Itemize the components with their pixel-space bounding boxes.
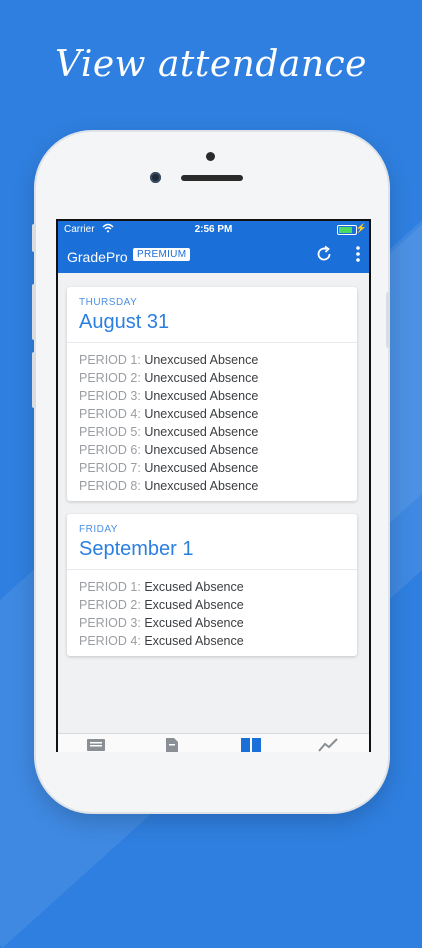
status-time: 2:56 PM xyxy=(194,224,233,235)
attendance-status: Unexcused Absence xyxy=(144,425,259,439)
period-row: PERIOD 1: Unexcused Absence xyxy=(79,351,345,369)
period-label: PERIOD 3: xyxy=(79,616,141,630)
weekday-label: THURSDAY xyxy=(79,297,138,308)
period-label: PERIOD 4: xyxy=(79,407,141,421)
mute-switch xyxy=(32,224,36,252)
volume-down-button xyxy=(32,352,36,408)
period-label: PERIOD 2: xyxy=(79,598,141,612)
volume-up-button xyxy=(32,284,36,340)
period-row: PERIOD 6: Unexcused Absence xyxy=(79,441,345,459)
day-header: FRIDAY September 1 xyxy=(67,514,357,570)
attendance-day-card[interactable]: FRIDAY September 1 PERIOD 1: Excused Abs… xyxy=(67,514,357,656)
period-list: PERIOD 1: Unexcused Absence PERIOD 2: Un… xyxy=(67,343,357,501)
app-screen: Carrier 2:56 PM ⚡ GradePro PREMIUM THURS… xyxy=(56,219,371,752)
weekday-label: FRIDAY xyxy=(79,524,118,535)
app-title: GradePro xyxy=(67,249,128,265)
attendance-status: Unexcused Absence xyxy=(144,389,259,403)
period-row: PERIOD 5: Unexcused Absence xyxy=(79,423,345,441)
date-label: August 31 xyxy=(79,311,170,333)
attendance-status: Excused Absence xyxy=(144,634,244,648)
speaker-grille xyxy=(181,175,243,181)
attendance-status: Unexcused Absence xyxy=(144,461,259,475)
refresh-icon[interactable] xyxy=(315,245,333,268)
attendance-status: Unexcused Absence xyxy=(144,443,259,457)
period-label: PERIOD 2: xyxy=(79,371,141,385)
period-label: PERIOD 6: xyxy=(79,443,141,457)
day-header: THURSDAY August 31 xyxy=(67,287,357,343)
power-button xyxy=(386,292,390,348)
premium-badge[interactable]: PREMIUM xyxy=(133,248,191,261)
period-list: PERIOD 1: Excused Absence PERIOD 2: Excu… xyxy=(67,570,357,656)
attendance-status: Unexcused Absence xyxy=(144,407,259,421)
attendance-status: Unexcused Absence xyxy=(144,479,259,493)
period-label: PERIOD 4: xyxy=(79,634,141,648)
top-bar: Carrier 2:56 PM ⚡ GradePro PREMIUM xyxy=(58,221,369,273)
attendance-status: Excused Absence xyxy=(144,580,244,594)
period-label: PERIOD 1: xyxy=(79,353,141,367)
period-row: PERIOD 3: Excused Absence xyxy=(79,614,345,632)
period-row: PERIOD 1: Excused Absence xyxy=(79,578,345,596)
date-label: September 1 xyxy=(79,538,194,560)
battery-icon xyxy=(337,225,357,235)
period-label: PERIOD 8: xyxy=(79,479,141,493)
period-row: PERIOD 3: Unexcused Absence xyxy=(79,387,345,405)
period-label: PERIOD 3: xyxy=(79,389,141,403)
period-row: PERIOD 4: Unexcused Absence xyxy=(79,405,345,423)
status-bar: Carrier 2:56 PM ⚡ xyxy=(58,221,369,239)
period-label: PERIOD 5: xyxy=(79,425,141,439)
promo-headline: View attendance xyxy=(55,44,367,85)
bottom-tab-bar xyxy=(58,733,369,752)
period-row: PERIOD 2: Excused Absence xyxy=(79,596,345,614)
app-bar: GradePro PREMIUM xyxy=(58,239,369,273)
attendance-status: Unexcused Absence xyxy=(144,353,259,367)
period-row: PERIOD 2: Unexcused Absence xyxy=(79,369,345,387)
attendance-status: Unexcused Absence xyxy=(144,371,259,385)
front-camera-icon xyxy=(150,172,161,183)
period-row: PERIOD 7: Unexcused Absence xyxy=(79,459,345,477)
more-vertical-icon[interactable] xyxy=(355,245,361,268)
attendance-list: THURSDAY August 31 PERIOD 1: Unexcused A… xyxy=(58,273,369,752)
camera-icon xyxy=(206,152,215,161)
period-label: PERIOD 1: xyxy=(79,580,141,594)
charging-icon: ⚡ xyxy=(355,223,367,233)
attendance-status: Excused Absence xyxy=(144,616,244,630)
period-label: PERIOD 7: xyxy=(79,461,141,475)
attendance-status: Excused Absence xyxy=(144,598,244,612)
attendance-day-card[interactable]: THURSDAY August 31 PERIOD 1: Unexcused A… xyxy=(67,287,357,501)
period-row: PERIOD 4: Excused Absence xyxy=(79,632,345,650)
period-row: PERIOD 8: Unexcused Absence xyxy=(79,477,345,495)
